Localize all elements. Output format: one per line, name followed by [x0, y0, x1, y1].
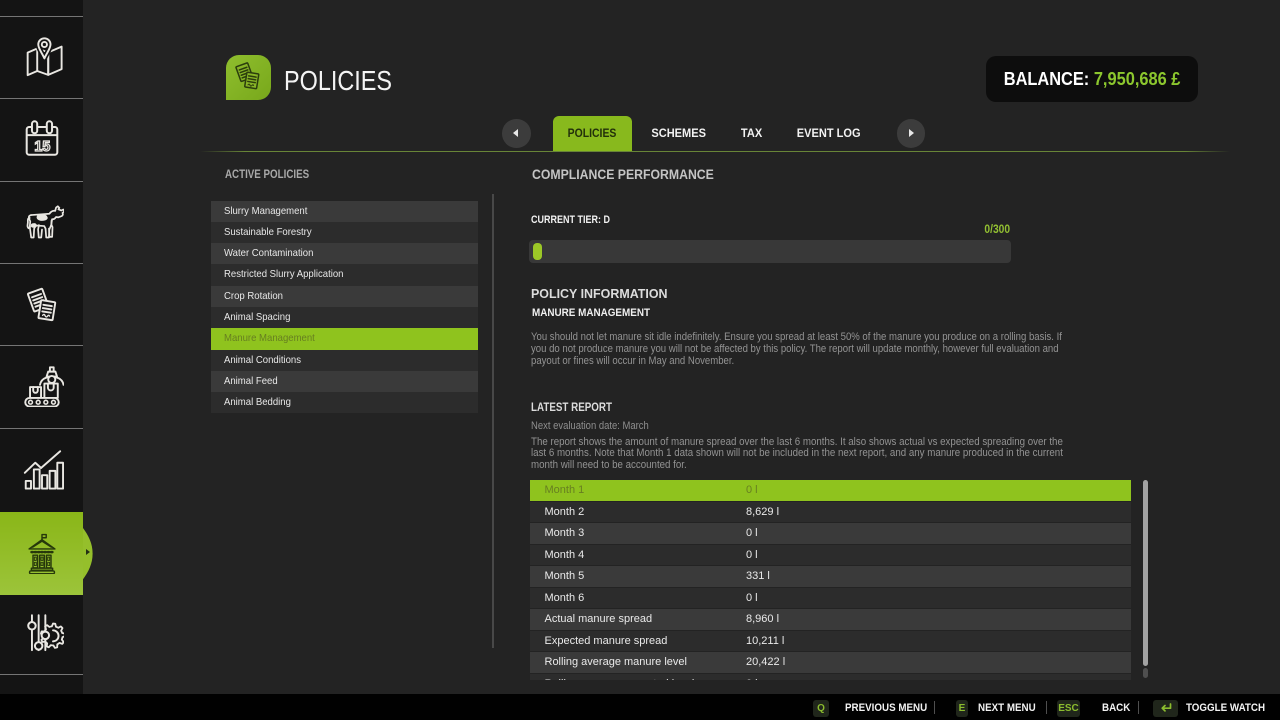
svg-text:15: 15 — [34, 138, 50, 154]
